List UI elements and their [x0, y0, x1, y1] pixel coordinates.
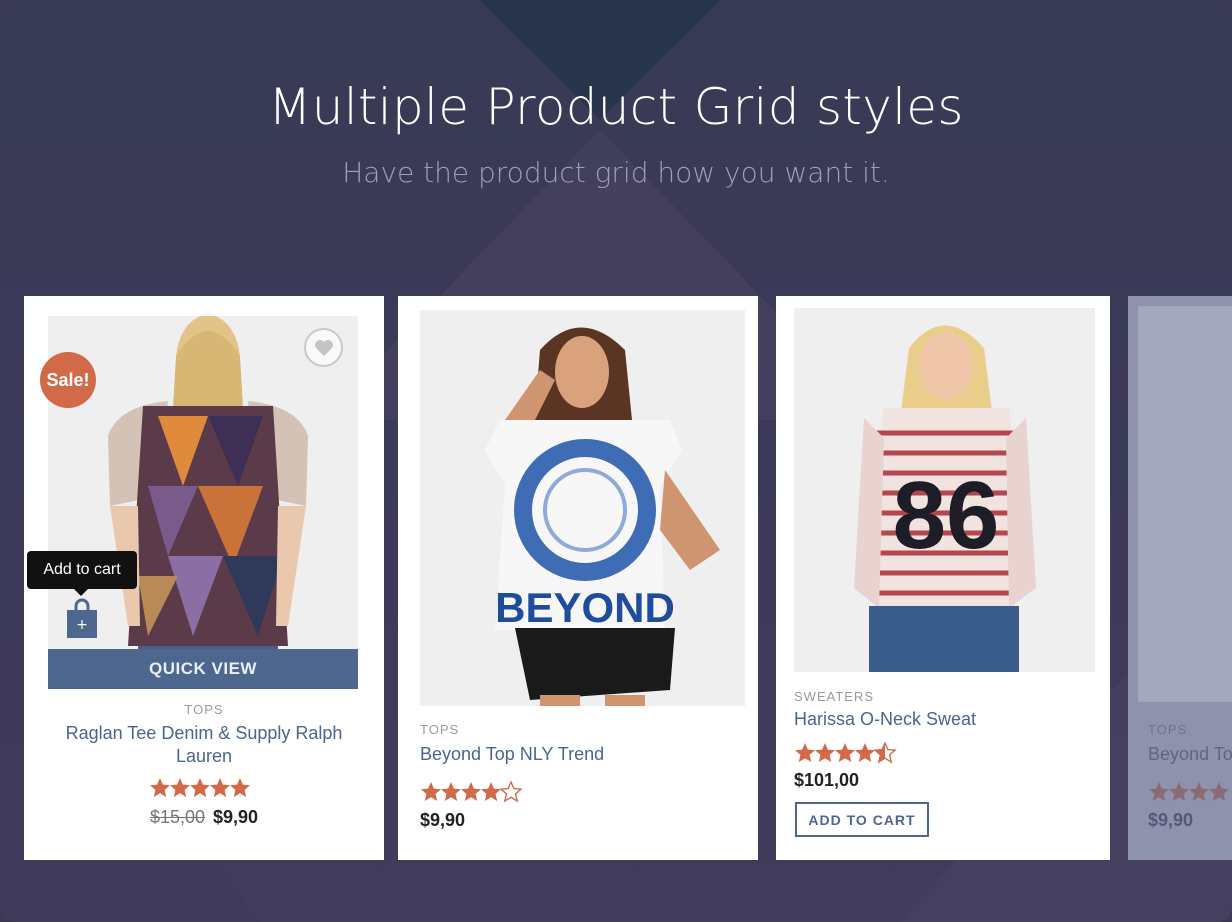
product-rating — [149, 777, 259, 799]
product-photo-beyond-top: BEYOND — [420, 310, 745, 706]
shopping-bag-icon: + — [67, 598, 97, 638]
product-name[interactable]: Beyond To — [1148, 743, 1232, 766]
product-rating — [420, 780, 530, 803]
tooltip-arrow — [74, 589, 88, 596]
sale-badge: Sale! — [40, 352, 96, 408]
shirt-print-text: BEYOND — [495, 584, 675, 631]
svg-text:+: + — [76, 617, 88, 633]
page-subtitle: Have the product grid how you want it. — [342, 156, 890, 189]
product-category: TOPS — [184, 702, 224, 717]
product-rating — [794, 741, 904, 764]
product-name[interactable]: Harissa O-Neck Sweat — [794, 708, 1094, 731]
product-photo-harissa-sweat: 86 — [794, 308, 1095, 672]
old-price: $15,00 — [149, 807, 205, 827]
product-price: $9,90 — [420, 810, 466, 830]
product-card-3[interactable]: 86 SWEATERS Harissa O-Neck Sweat $101,00 — [776, 296, 1110, 860]
product-image-2[interactable]: BEYOND — [420, 310, 745, 706]
page-title: Multiple Product Grid styles — [268, 78, 964, 136]
product-name[interactable]: Beyond Top NLY Trend — [420, 743, 740, 766]
sweater-print-text: 86 — [893, 462, 1000, 569]
add-to-cart-tooltip: Add to cart — [27, 551, 137, 589]
product-price: $15,00 $9,90 — [24, 807, 384, 828]
heart-icon — [314, 339, 333, 356]
product-card-2[interactable]: BEYOND TOPS Beyond Top NLY Trend $9,90 — [398, 296, 758, 860]
add-to-cart-button[interactable]: ADD TO CART — [795, 802, 929, 837]
star-rating-icons — [795, 741, 897, 764]
star-rating-icons — [1149, 782, 1229, 801]
product-price: $101,00 — [794, 770, 860, 790]
product-name[interactable]: Raglan Tee Denim & Supply Ralph Lauren — [54, 722, 354, 768]
product-category: TOPS — [1148, 722, 1188, 737]
product-image-3[interactable]: 86 — [794, 308, 1095, 672]
sale-price: $9,90 — [213, 807, 259, 827]
add-to-cart-bag-icon[interactable]: + — [67, 598, 97, 638]
product-category: SWEATERS — [794, 689, 874, 704]
wishlist-heart-icon[interactable] — [304, 328, 343, 367]
quick-view-button[interactable]: QUICK VIEW — [48, 649, 358, 689]
star-rating-icons — [421, 780, 523, 803]
star-rating-icons — [150, 778, 250, 797]
product-card-4[interactable]: TOPS Beyond To $9,90 — [1128, 296, 1232, 860]
product-rating — [1148, 781, 1232, 803]
product-category: TOPS — [420, 722, 460, 737]
showcase-background: Multiple Product Grid styles Have the pr… — [0, 0, 1232, 922]
product-price: $9,90 — [1148, 810, 1194, 830]
product-image-4[interactable] — [1138, 306, 1232, 702]
